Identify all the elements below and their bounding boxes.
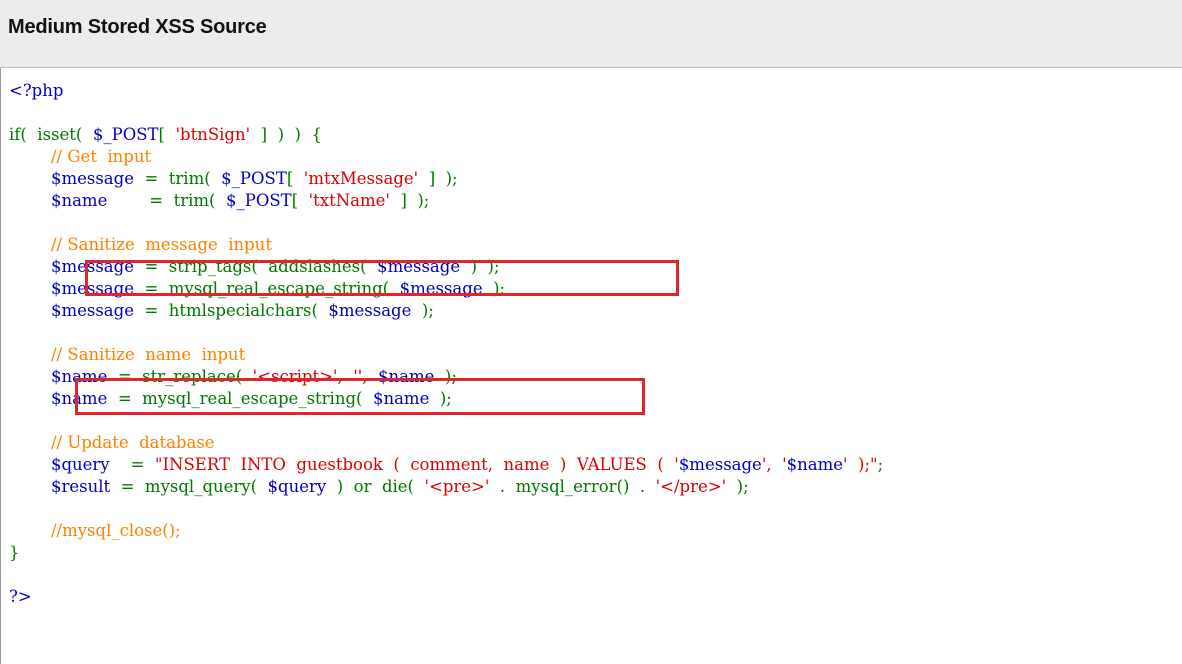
code-token: $message [328, 301, 412, 320]
code-token: ) or die( [326, 477, 425, 496]
code-line: // Sanitize name input [9, 344, 245, 366]
code-line: // Sanitize message input [9, 234, 272, 256]
code-token: "INSERT INTO guestbook ( comment, name )… [154, 455, 679, 474]
code-token: $name [9, 191, 108, 210]
code-line: $query = "INSERT INTO guestbook ( commen… [9, 454, 883, 476]
code-token: //mysql_close(); [9, 521, 181, 540]
source-viewer: Medium Stored XSS Source <?php if( isset(… [0, 0, 1182, 664]
code-token: 'txtName' [308, 191, 390, 210]
code-line: // Update database [9, 432, 215, 454]
code-line: $name = trim( $_POST[ 'txtName' ] ); [9, 190, 429, 212]
code-token: [ [291, 191, 309, 210]
highlight-box-strip-tags [85, 260, 679, 296]
code-token: ); [411, 301, 434, 320]
code-token: // Get input [9, 147, 152, 166]
code-token: $message [9, 169, 134, 188]
code-token: $query [9, 455, 110, 474]
code-token: = trim( [133, 169, 222, 188]
code-token: 'mtxMessage' [303, 169, 419, 188]
code-token: ; [877, 455, 884, 474]
code-token: . mysql_error() . [489, 477, 656, 496]
code-token: ' );" [843, 455, 878, 474]
code-line: $message = htmlspecialchars( $message ); [9, 300, 434, 322]
code-token: $message [678, 455, 762, 474]
code-line: } [9, 542, 20, 564]
code-line: ?> [9, 586, 32, 608]
code-token: <?php [9, 81, 64, 100]
code-token: // Update database [9, 433, 215, 452]
code-token: if( isset( [9, 125, 93, 144]
code-token: } [9, 543, 20, 562]
code-line: // Get input [9, 146, 151, 168]
code-token: ', ' [761, 455, 787, 474]
code-token: [ [158, 125, 176, 144]
code-token: // Sanitize name input [9, 345, 246, 364]
code-token: '<pre>' [424, 477, 490, 496]
code-token: = mysql_query( [110, 477, 268, 496]
code-token: = [109, 455, 155, 474]
code-line: $message = trim( $_POST[ 'mtxMessage' ] … [9, 168, 458, 190]
code-token: '</pre>' [655, 477, 727, 496]
code-token: [ [286, 169, 304, 188]
code-token: $result [9, 477, 111, 496]
code-token: ] ); [389, 191, 430, 210]
code-token: = htmlspecialchars( [133, 301, 329, 320]
code-line: //mysql_close(); [9, 520, 181, 542]
code-token: $message [9, 301, 134, 320]
code-token: ] ) ) { [250, 125, 322, 144]
code-token: ); [726, 477, 749, 496]
code-line: <?php [9, 80, 63, 102]
code-token: $name [786, 455, 844, 474]
page-title: Medium Stored XSS Source [8, 16, 267, 38]
code-token: // Sanitize message input [9, 235, 272, 254]
code-token: $_POST [92, 125, 159, 144]
code-token: $_POST [226, 191, 292, 210]
highlight-box-str-replace [75, 378, 645, 415]
code-token: $_POST [221, 169, 287, 188]
code-panel: <?php if( isset( $_POST[ 'btnSign' ] ) ) … [0, 67, 1182, 664]
code-line: $result = mysql_query( $query ) or die( … [9, 476, 749, 498]
code-token: ] ); [418, 169, 458, 188]
code-token: 'btnSign' [175, 125, 251, 144]
code-line: if( isset( $_POST[ 'btnSign' ] ) ) { [9, 124, 322, 146]
code-token: $query [267, 477, 327, 496]
code-token: = trim( [107, 191, 226, 210]
code-token: ?> [9, 587, 32, 606]
